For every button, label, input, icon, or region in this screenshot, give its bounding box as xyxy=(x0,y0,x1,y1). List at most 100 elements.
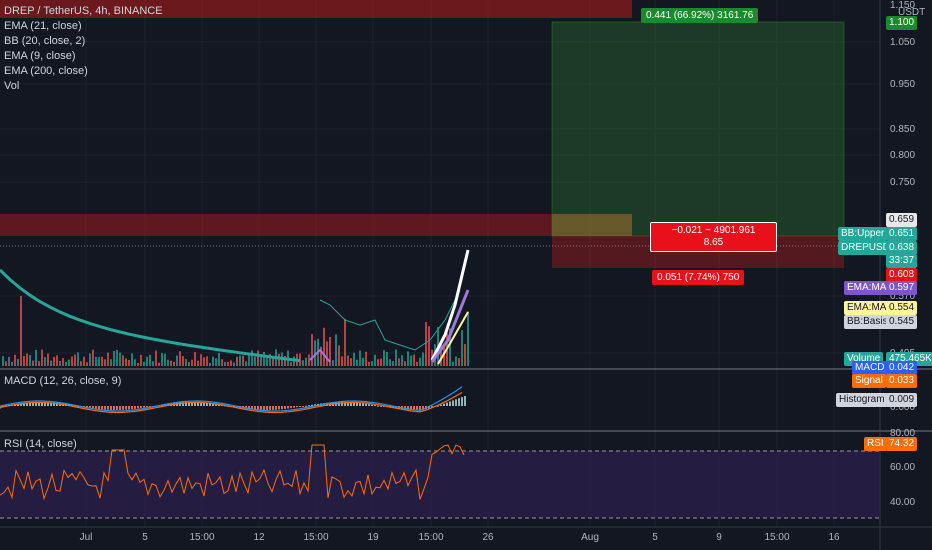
macd-histogram-bar xyxy=(122,406,124,410)
position-target-label[interactable]: 0.441 (66.92%) 3161.76 xyxy=(641,8,759,23)
volume-bar xyxy=(173,361,175,366)
position-profit-area[interactable] xyxy=(551,21,845,237)
volume-bar xyxy=(158,362,160,366)
volume-bar xyxy=(374,354,376,366)
time-label: 15:00 xyxy=(303,532,329,543)
macd-histogram-bar xyxy=(98,406,100,410)
volume-bar xyxy=(344,318,346,366)
volume-bar xyxy=(146,356,148,366)
macd-histogram-bar xyxy=(419,406,421,410)
volume-bar xyxy=(113,350,115,366)
position-center-label[interactable]: −0.021 ~ 4901.961 8.65 xyxy=(650,222,777,252)
macd-histogram-bar xyxy=(275,406,277,410)
target-price-tag: 1.100 xyxy=(886,16,918,30)
volume-bar xyxy=(164,353,166,366)
rsi-title[interactable]: RSI (14, close) xyxy=(4,438,77,450)
volume-bar xyxy=(98,356,100,366)
volume-bar xyxy=(467,311,469,366)
macd-histogram-bar xyxy=(263,406,265,410)
macd-histogram-bar xyxy=(134,406,136,409)
volume-bar xyxy=(149,354,151,366)
macd-title[interactable]: MACD (12, 26, close, 9) xyxy=(4,375,121,387)
time-label: 15:00 xyxy=(189,532,215,543)
volume-bar xyxy=(188,362,190,366)
volume-bar xyxy=(332,360,334,366)
volume-bar xyxy=(341,356,343,366)
macd-histogram-bar xyxy=(146,406,148,408)
chart-legend[interactable]: DREP / TetherUS, 4h, BINANCE EMA (21, cl… xyxy=(4,4,163,94)
macd-histogram-bar xyxy=(452,400,454,406)
macd-histogram-bar xyxy=(371,404,373,406)
volume-bar xyxy=(86,362,88,366)
volume-bar xyxy=(428,326,430,366)
position-stop-label[interactable]: 0.051 (7.74%) 750 xyxy=(652,270,745,285)
legend-symbol[interactable]: DREP / TetherUS, 4h, BINANCE xyxy=(4,4,163,19)
signal-line xyxy=(0,391,463,414)
volume-bar xyxy=(161,353,163,366)
macd-histogram-bar xyxy=(293,406,295,408)
volume-bar xyxy=(32,360,34,366)
rsi-label: RSI xyxy=(864,437,887,451)
ema-ma-label: EMA:MA xyxy=(844,281,890,295)
axis-label: 40.00 xyxy=(890,497,916,508)
macd-histogram-bar xyxy=(104,406,106,410)
macd-label: MACD xyxy=(852,361,888,375)
volume-bar xyxy=(185,359,187,366)
volume-bar xyxy=(455,356,457,366)
volume-bar xyxy=(215,358,217,366)
macd-histogram-bar xyxy=(119,406,121,410)
volume-bar xyxy=(143,361,145,366)
volume-bar xyxy=(50,360,52,366)
legend-ema200[interactable]: EMA (200, close) xyxy=(4,64,163,79)
volume-bar xyxy=(389,359,391,366)
volume-bar xyxy=(128,359,130,366)
volume-bar xyxy=(407,351,409,366)
volume-bar xyxy=(2,356,4,366)
volume-bar xyxy=(131,353,133,366)
macd-histogram-bar xyxy=(446,402,448,406)
volume-bar xyxy=(182,356,184,366)
macd-histogram-bar xyxy=(443,403,445,406)
macd-histogram-bar xyxy=(302,406,304,407)
volume-bar xyxy=(368,361,370,366)
legend-bb[interactable]: BB (20, close, 2) xyxy=(4,34,163,49)
volume-bar xyxy=(56,355,58,366)
macd-series[interactable] xyxy=(0,386,466,414)
volume-bar xyxy=(29,355,31,366)
volume-bar xyxy=(44,357,46,366)
volume-bar xyxy=(392,361,394,366)
volume-bar xyxy=(203,357,205,366)
price-series[interactable] xyxy=(0,249,470,366)
time-label: Aug xyxy=(581,532,599,543)
stop-top-tag: 0.659 xyxy=(886,213,918,227)
volume-bar xyxy=(305,357,307,366)
symbol-price-tag: 0.638 xyxy=(886,241,918,255)
macd-histogram-bar xyxy=(260,406,262,410)
volume-bar xyxy=(206,356,208,366)
histogram-value: 0.009 xyxy=(886,393,918,407)
macd-histogram-bar xyxy=(110,406,112,410)
legend-ema21[interactable]: EMA (21, close) xyxy=(4,19,163,34)
macd-histogram-bar xyxy=(455,399,457,406)
volume-bar xyxy=(209,362,211,366)
macd-histogram-bar xyxy=(131,406,133,410)
volume-bar xyxy=(230,360,232,366)
macd-histogram-bar xyxy=(368,404,370,406)
volume-bar xyxy=(380,358,382,366)
volume-bar xyxy=(62,358,64,366)
volume-bar xyxy=(404,361,406,366)
volume-bar xyxy=(236,356,238,366)
volume-bar xyxy=(461,330,463,366)
macd-histogram-bar xyxy=(257,406,259,410)
volume-bar xyxy=(242,355,244,366)
time-label: 5 xyxy=(652,532,658,543)
volume-bar xyxy=(8,356,10,366)
volume-bar xyxy=(371,361,373,366)
bb-basis-label: BB:Basis xyxy=(844,315,891,329)
legend-vol[interactable]: Vol xyxy=(4,79,163,94)
volume-bar xyxy=(125,358,127,366)
macd-histogram-bar xyxy=(284,406,286,409)
volume-bar xyxy=(83,356,85,366)
legend-ema9[interactable]: EMA (9, close) xyxy=(4,49,163,64)
volume-bar xyxy=(227,361,229,366)
